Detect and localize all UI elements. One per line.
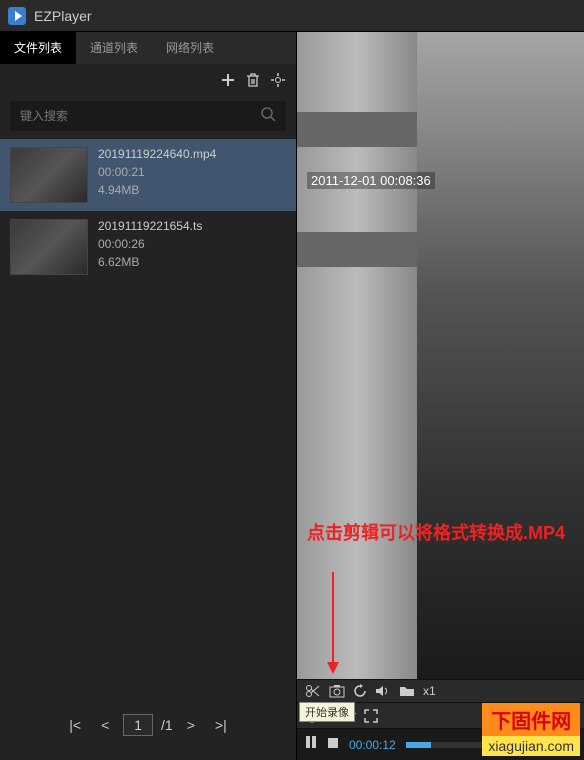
stop-button[interactable] [327,736,339,754]
file-list: 20191119224640.mp4 00:00:21 4.94MB 20191… [0,139,296,702]
annotation-arrow [332,572,334,672]
thumbnail [10,219,88,275]
expand-icon[interactable] [364,709,378,723]
page-last-icon[interactable]: >| [209,715,233,735]
search-box [10,101,286,131]
progress-fill [406,742,432,748]
tooltip: 开始录像 [299,702,355,722]
page-total: /1 [161,717,173,733]
search-icon[interactable] [260,106,276,127]
file-size: 4.94MB [98,183,216,197]
refresh-icon[interactable] [353,684,367,698]
add-icon[interactable] [220,72,236,93]
page-first-icon[interactable]: |< [63,715,87,735]
file-duration: 00:00:26 [98,237,202,251]
page-next-icon[interactable]: > [181,715,201,735]
delete-icon[interactable] [246,72,260,93]
video-area[interactable]: 2011-12-01 00:08:36 点击剪辑可以将格式转换成.MP4 [297,32,584,679]
file-name: 20191119224640.mp4 [98,147,216,161]
tab-file-list[interactable]: 文件列表 [0,32,76,64]
page-prev-icon[interactable]: < [95,715,115,735]
camera-icon[interactable] [329,684,345,698]
tab-channel-list[interactable]: 通道列表 [76,32,152,64]
file-toolbar [0,64,296,101]
settings-icon[interactable] [270,72,286,93]
file-name: 20191119221654.ts [98,219,202,233]
page-current: 1 [123,714,153,736]
file-size: 6.62MB [98,255,202,269]
video-timestamp: 2011-12-01 00:08:36 [307,172,435,189]
thumbnail [10,147,88,203]
speed-label: x1 [423,684,436,698]
time-display: 00:00:12 [349,738,396,752]
file-duration: 00:00:21 [98,165,216,179]
sidebar: 文件列表 通道列表 网络列表 [0,32,297,760]
list-item[interactable]: 20191119224640.mp4 00:00:21 4.94MB [0,139,296,211]
app-logo [8,7,26,25]
tab-network-list[interactable]: 网络列表 [152,32,228,64]
annotation-text: 点击剪辑可以将格式转换成.MP4 [307,522,565,545]
scissors-icon[interactable] [305,684,321,698]
watermark-url: xiagujian.com [482,736,580,756]
titlebar: EZPlayer [0,0,584,32]
volume-icon[interactable] [375,684,391,698]
player-panel: 2011-12-01 00:08:36 点击剪辑可以将格式转换成.MP4 [297,32,584,760]
folder-icon[interactable] [399,685,415,697]
list-item[interactable]: 20191119221654.ts 00:00:26 6.62MB [0,211,296,283]
watermark-title: 下固件网 [482,703,580,736]
app-title: EZPlayer [34,8,92,24]
pause-button[interactable] [305,735,317,754]
tabs: 文件列表 通道列表 网络列表 [0,32,296,64]
search-input[interactable] [20,109,260,123]
watermark: 下固件网 xiagujian.com [482,703,580,756]
pagination: |< < 1 /1 > >| [0,702,296,760]
